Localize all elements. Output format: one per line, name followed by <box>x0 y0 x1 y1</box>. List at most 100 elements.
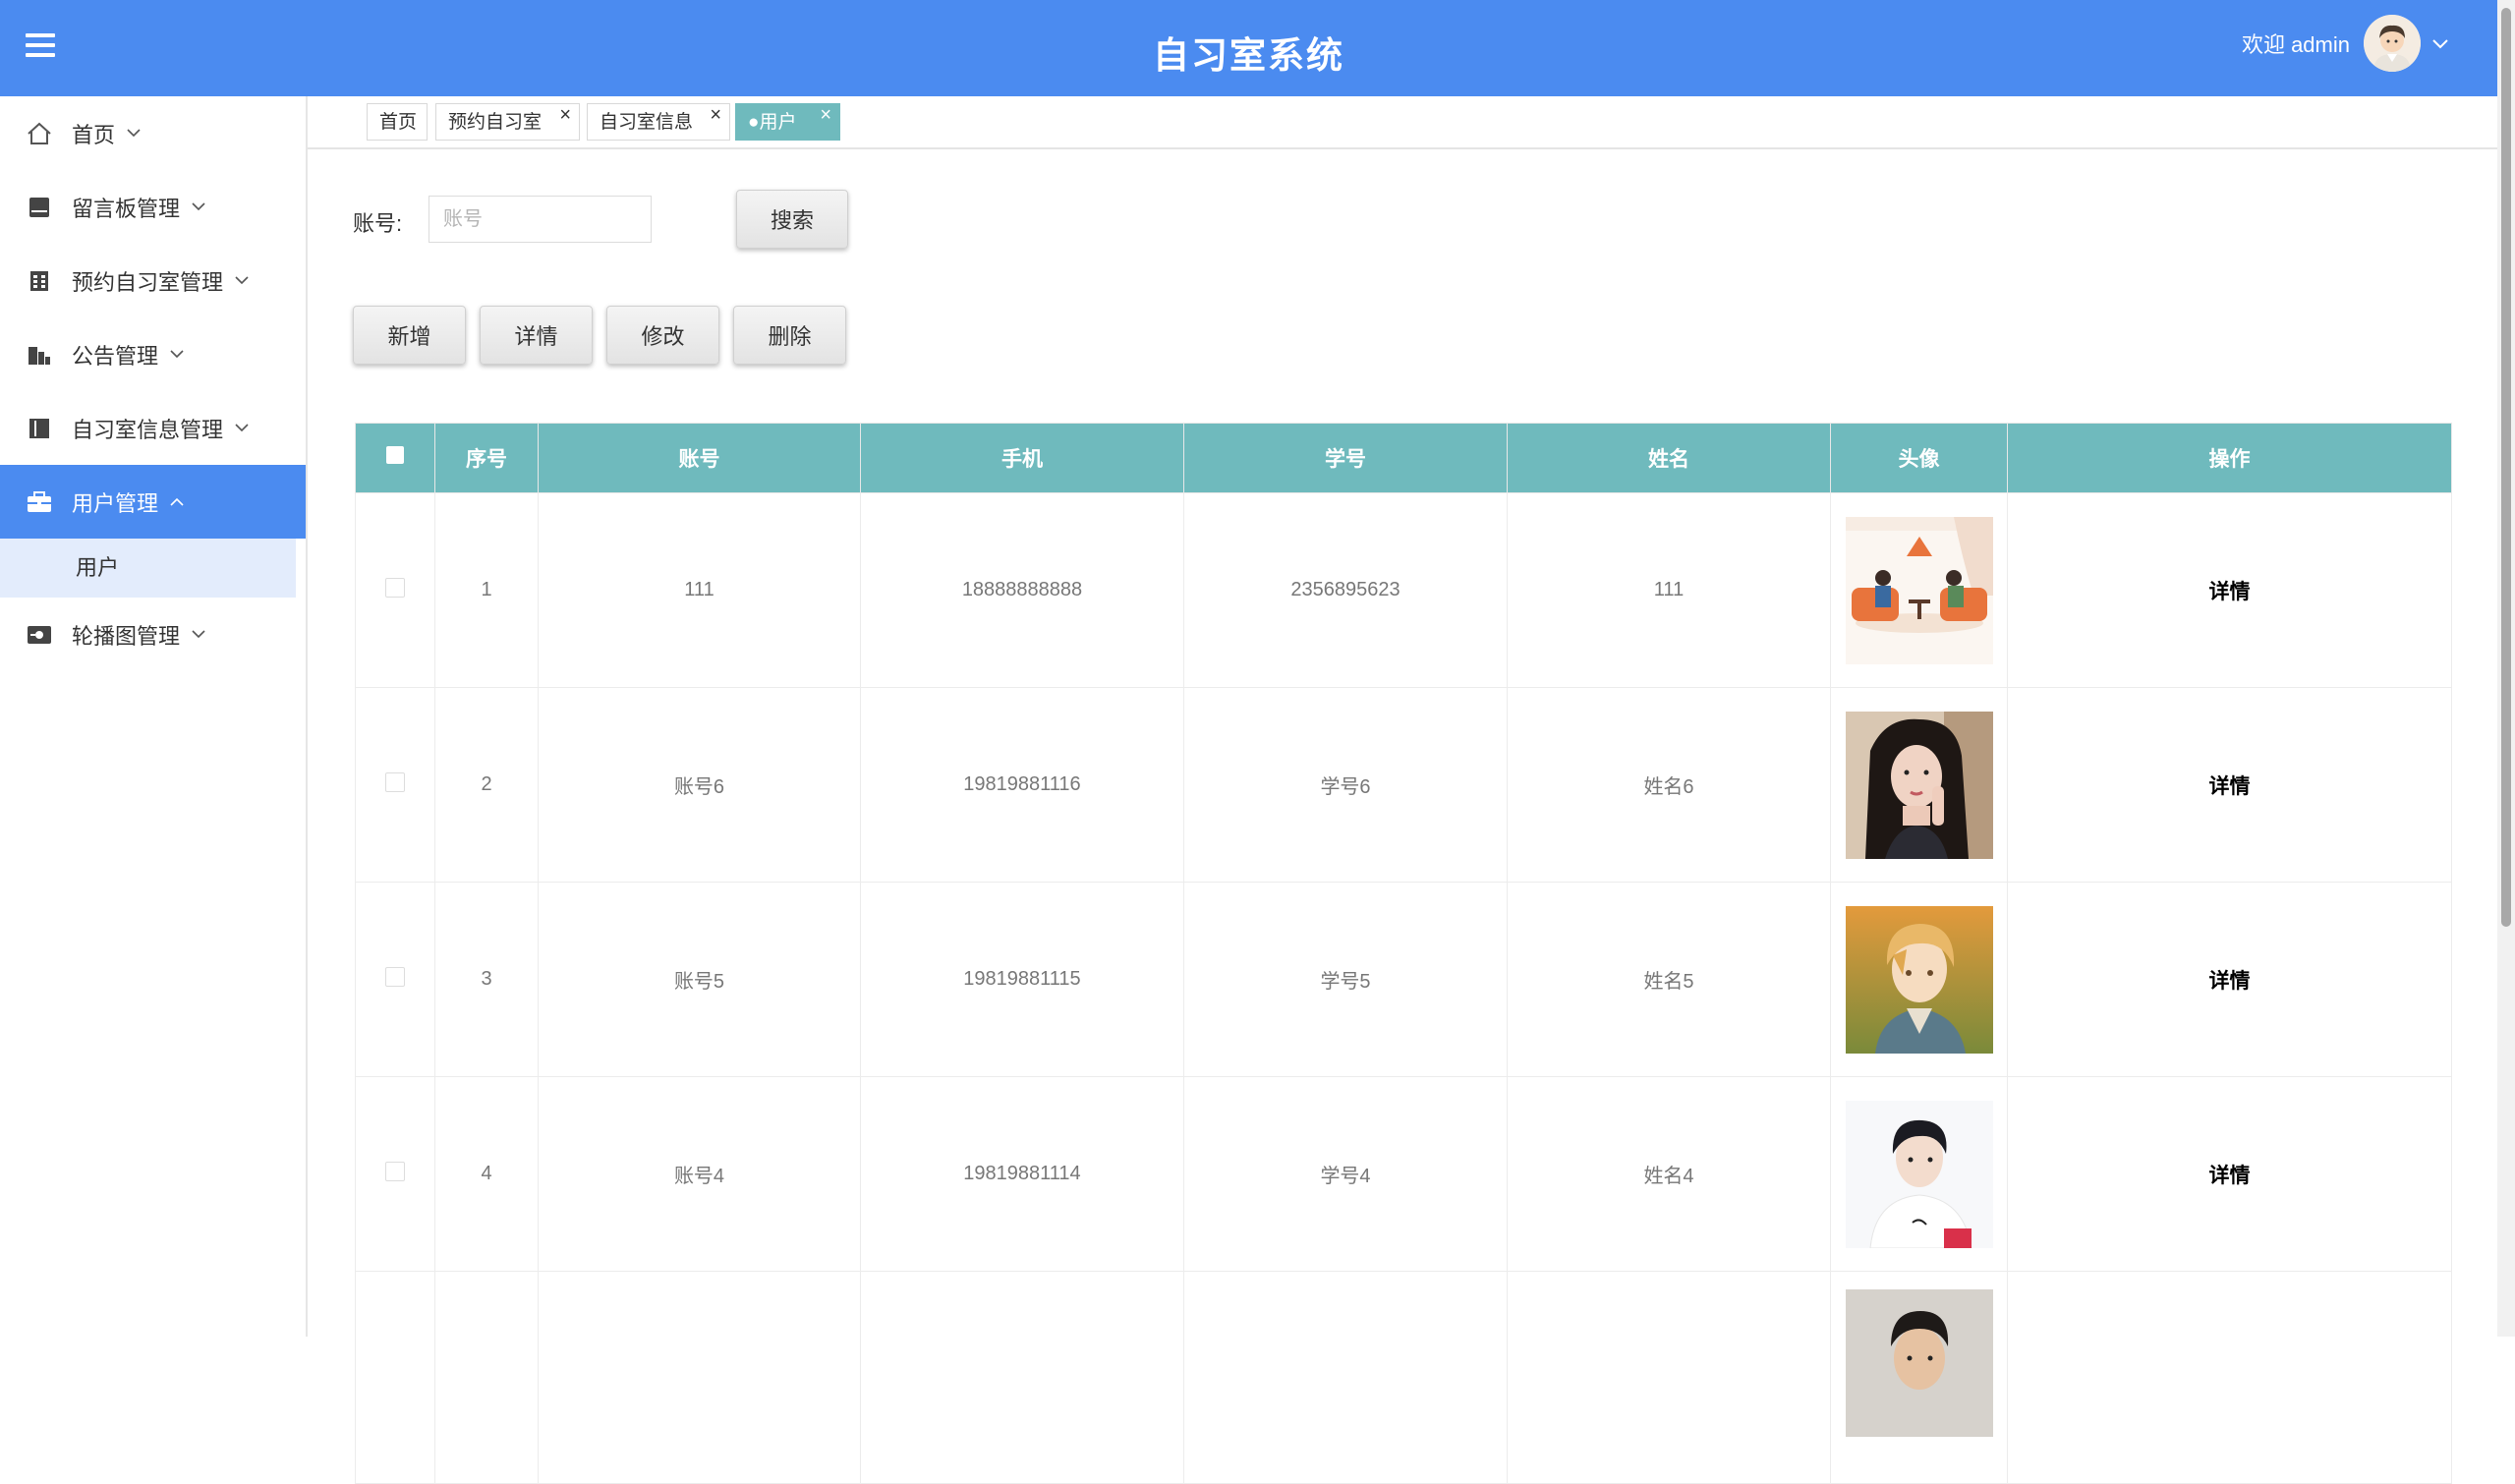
select-all-checkbox[interactable] <box>386 446 404 464</box>
top-header: 自习室系统 欢迎 admin <box>0 0 2497 96</box>
home-icon <box>26 121 53 146</box>
cell-phone <box>860 1271 1184 1484</box>
tab-label: 预约自习室 <box>448 112 543 133</box>
column-header: 学号 <box>1183 423 1508 493</box>
users-table-wrap: 序号 账号 手机 学号 姓名 头像 操作 1 111 18888888888 2… <box>355 423 2452 1484</box>
row-checkbox[interactable] <box>385 577 405 598</box>
column-header: 序号 <box>434 423 539 493</box>
sidebar-item-label: 公告管理 <box>72 343 159 369</box>
tab-label: 自习室信息 <box>600 112 694 133</box>
message-board-icon <box>26 195 53 220</box>
tab-label: ●用户 <box>748 112 797 133</box>
chevron-up-icon <box>170 493 184 511</box>
cell-phone: 18888888888 <box>860 492 1184 688</box>
sidebar: 首页 留言板管理 预约自习室管理 公告管理 自习室信息管理 用户管理 用户 轮播… <box>0 96 308 1337</box>
edit-button[interactable]: 修改 <box>606 306 719 365</box>
row-detail-link[interactable] <box>2007 1271 2452 1484</box>
cell-account <box>538 1271 861 1484</box>
young-man-portrait-image <box>1845 1100 1993 1248</box>
sidebar-item-message-board[interactable]: 留言板管理 <box>0 170 306 244</box>
cell-student-no: 学号6 <box>1183 687 1508 883</box>
chevron-down-icon <box>235 420 249 437</box>
column-header: 账号 <box>538 423 861 493</box>
woman-portrait-image <box>1845 711 1993 859</box>
tab-reserve-room[interactable]: 预约自习室 × <box>435 103 580 141</box>
sidebar-item-label: 留言板管理 <box>72 196 181 221</box>
chevron-down-icon <box>235 272 249 290</box>
carousel-icon <box>26 622 53 648</box>
tab-label: 首页 <box>379 112 418 133</box>
sidebar-item-room-info[interactable]: 自习室信息管理 <box>0 391 306 465</box>
select-all-checkbox-cell[interactable] <box>355 423 435 493</box>
search-label: 账号: <box>353 211 403 236</box>
tab-home[interactable]: 首页 <box>367 103 428 141</box>
row-detail-link[interactable]: 详情 <box>2007 687 2452 883</box>
table-row: 1 111 18888888888 2356895623 111 详情 <box>355 492 2452 688</box>
sidebar-item-home[interactable]: 首页 <box>0 96 306 170</box>
delete-button[interactable]: 删除 <box>733 306 846 365</box>
briefcase-icon <box>26 489 53 515</box>
row-detail-link[interactable]: 详情 <box>2007 882 2452 1077</box>
cell-account: 账号5 <box>538 882 861 1077</box>
cell-index: 2 <box>434 687 539 883</box>
account-search-input[interactable] <box>429 196 652 243</box>
close-icon[interactable]: × <box>820 96 831 134</box>
app-title: 自习室系统 <box>1153 34 1344 77</box>
chevron-down-icon <box>192 199 205 216</box>
close-icon[interactable]: × <box>710 96 721 134</box>
cell-student-no: 2356895623 <box>1183 492 1508 688</box>
sidebar-item-label: 轮播图管理 <box>72 623 181 649</box>
cell-name: 姓名4 <box>1507 1076 1831 1272</box>
column-header: 姓名 <box>1507 423 1831 493</box>
scrollbar-thumb[interactable] <box>2501 8 2511 927</box>
table-row: 4 账号4 19819881114 学号4 姓名4 详情 <box>355 1076 2452 1272</box>
sidebar-item-carousel[interactable]: 轮播图管理 <box>0 598 306 671</box>
row-checkbox[interactable] <box>385 771 405 792</box>
vertical-scrollbar[interactable] <box>2497 0 2515 1337</box>
chevron-down-icon <box>127 125 141 143</box>
cell-student-no: 学号5 <box>1183 882 1508 1077</box>
detail-button[interactable]: 详情 <box>480 306 593 365</box>
sidebar-item-user-management[interactable]: 用户管理 <box>0 465 306 539</box>
room-info-icon <box>26 416 53 441</box>
row-checkbox[interactable] <box>385 1161 405 1181</box>
sidebar-item-label: 预约自习室管理 <box>72 269 224 295</box>
man-portrait-image <box>1845 1289 1993 1437</box>
sidebar-subitem-users[interactable]: 用户 <box>0 539 296 598</box>
column-header: 手机 <box>860 423 1184 493</box>
table-row <box>355 1271 2452 1484</box>
table-row: 2 账号6 19819881116 学号6 姓名6 详情 <box>355 687 2452 883</box>
add-button[interactable]: 新增 <box>353 306 466 365</box>
cell-name: 111 <box>1507 492 1831 688</box>
anime-boy-image <box>1845 905 1993 1054</box>
column-header: 头像 <box>1830 423 2008 493</box>
cell-student-no: 学号4 <box>1183 1076 1508 1272</box>
close-icon[interactable]: × <box>559 96 571 134</box>
row-checkbox[interactable] <box>385 966 405 987</box>
table-row: 3 账号5 19819881115 学号5 姓名5 详情 <box>355 882 2452 1077</box>
tab-users[interactable]: ●用户 × <box>735 103 840 141</box>
cell-index <box>434 1271 539 1484</box>
admin-avatar[interactable] <box>2364 15 2421 72</box>
cell-account: 账号6 <box>538 687 861 883</box>
sidebar-item-announcement[interactable]: 公告管理 <box>0 317 306 391</box>
cell-account: 账号4 <box>538 1076 861 1272</box>
user-menu[interactable]: 欢迎 admin <box>2242 14 2448 73</box>
tab-room-info[interactable]: 自习室信息 × <box>587 103 730 141</box>
chevron-down-icon <box>192 626 205 644</box>
sidebar-item-label: 首页 <box>72 122 116 147</box>
sidebar-item-reservation[interactable]: 预约自习室管理 <box>0 244 306 317</box>
cell-name <box>1507 1271 1831 1484</box>
search-button[interactable]: 搜索 <box>736 190 848 249</box>
row-detail-link[interactable]: 详情 <box>2007 492 2452 688</box>
chevron-down-icon[interactable] <box>2432 33 2448 54</box>
chevron-down-icon <box>170 346 184 364</box>
table-header-row: 序号 账号 手机 学号 姓名 头像 操作 <box>355 423 2452 493</box>
column-header: 操作 <box>2007 423 2452 493</box>
cell-name: 姓名6 <box>1507 687 1831 883</box>
calendar-icon <box>26 268 53 294</box>
cell-phone: 19819881115 <box>860 882 1184 1077</box>
sidebar-item-label: 用户管理 <box>72 490 159 516</box>
row-detail-link[interactable]: 详情 <box>2007 1076 2452 1272</box>
cell-phone: 19819881116 <box>860 687 1184 883</box>
